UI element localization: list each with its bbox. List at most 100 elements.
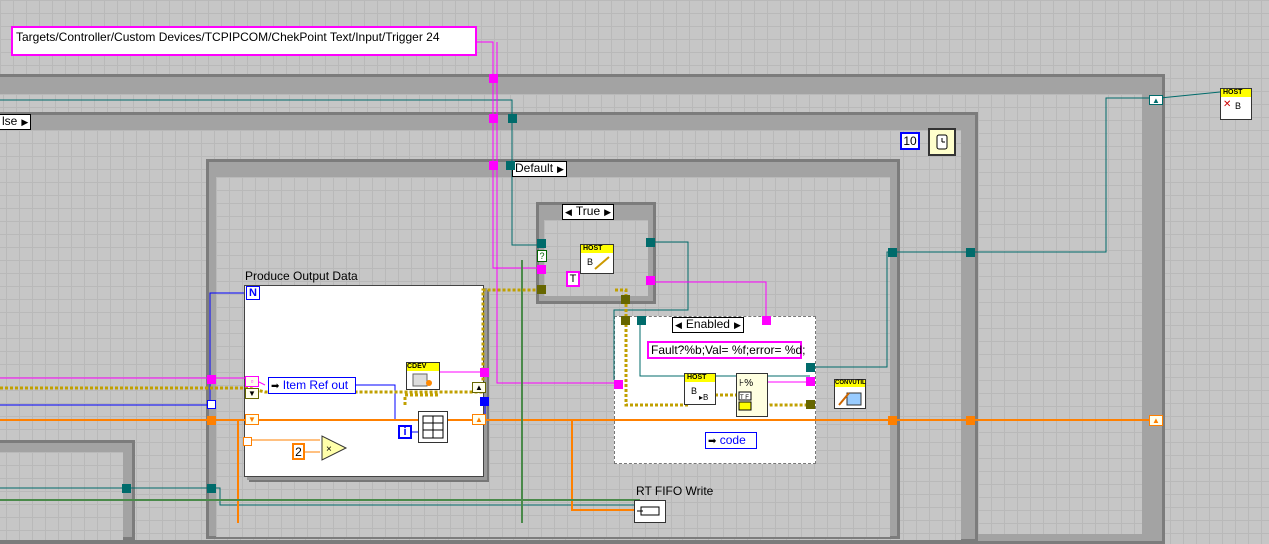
wait-ms-constant[interactable]: 10	[900, 132, 920, 150]
svg-text:✕: ✕	[1223, 99, 1231, 110]
tunnel-teal[interactable]	[966, 248, 975, 257]
tunnel-pink[interactable]	[762, 316, 771, 325]
true-case-selector[interactable]: ◀ True ▶	[562, 204, 615, 220]
tunnel-error[interactable]	[806, 400, 815, 409]
format-string-constant[interactable]: Fault?%b;Val= %f;error= %d;	[647, 341, 806, 359]
shift-register-left-error[interactable]: ▼	[245, 388, 259, 399]
tunnel-orange[interactable]	[888, 416, 897, 425]
svg-text:B: B	[1235, 101, 1241, 111]
svg-text:T F: T F	[740, 395, 749, 401]
svg-text:▸B: ▸B	[699, 393, 708, 402]
tunnel-pink[interactable]	[489, 74, 498, 83]
rt-fifo-label: RT FIFO Write	[636, 484, 714, 498]
path-constant[interactable]: Targets/Controller/Custom Devices/TCPIPC…	[11, 26, 477, 56]
inner-case-selector[interactable]: Default ▶	[512, 161, 567, 177]
wire-layer: ×	[0, 41, 1221, 523]
build-array-node[interactable]	[418, 411, 448, 443]
tunnel-teal[interactable]	[888, 248, 897, 257]
pink-wire-format	[650, 281, 767, 318]
host-write-node[interactable]: HOST B	[580, 244, 614, 274]
tunnel-pink[interactable]	[207, 375, 216, 384]
shift-register-right-error[interactable]: ▲	[472, 382, 486, 393]
tunnel-teal[interactable]	[508, 114, 517, 123]
enabled-case-selector-label: Enabled	[685, 317, 730, 331]
tunnel-teal[interactable]	[637, 316, 646, 325]
shift-register-left-orange[interactable]: ▼	[245, 414, 259, 425]
case-selector-terminal[interactable]: ?	[537, 250, 547, 262]
index-terminal[interactable]	[243, 437, 252, 446]
numeric-constant-two[interactable]: 2	[292, 443, 305, 460]
teal-wire-out	[810, 97, 1156, 368]
arrow-right-icon: ➡	[271, 381, 280, 392]
tunnel-pink[interactable]	[537, 265, 546, 274]
host-read-node[interactable]: HOST B ▸B	[684, 373, 716, 405]
cdev-node[interactable]: CDEV	[406, 362, 440, 390]
tunnel-error[interactable]	[621, 295, 630, 304]
convutil-tag: CONVUTIL	[835, 380, 866, 387]
tunnel-teal[interactable]	[646, 238, 655, 247]
item-ref-out-label: Item Ref out	[282, 378, 349, 392]
host-close-tag-label: HOST	[1223, 89, 1243, 96]
svg-text:B: B	[691, 386, 697, 396]
svg-text:B: B	[587, 257, 593, 267]
svg-text:×: ×	[326, 444, 332, 455]
wait-timer-icon[interactable]	[928, 128, 956, 156]
orange-wire-fifo	[571, 420, 636, 511]
tunnel-pink[interactable]	[489, 161, 498, 170]
tunnel-blue[interactable]	[480, 397, 489, 406]
code-node[interactable]: ➡ code	[705, 432, 757, 449]
tunnel-teal[interactable]	[537, 239, 546, 248]
tunnel-pink[interactable]	[489, 114, 498, 123]
dropdown-arrow-icon[interactable]: ▶	[604, 206, 611, 219]
teal-wire-host	[1159, 91, 1221, 99]
tunnel-pink[interactable]	[806, 377, 815, 386]
decrement-arrow-icon[interactable]: ◀	[675, 319, 682, 332]
true-constant[interactable]: T	[566, 271, 580, 287]
tunnel-orange[interactable]	[966, 416, 975, 425]
decrement-arrow-icon[interactable]: ◀	[565, 206, 572, 219]
tunnel-pink[interactable]	[646, 276, 655, 285]
host-tag: HOST	[1221, 89, 1251, 97]
dropdown-arrow-icon[interactable]: ▶	[557, 163, 564, 176]
tunnel-teal[interactable]	[506, 161, 515, 170]
enabled-case-selector[interactable]: ◀ Enabled ▶	[672, 317, 744, 333]
host-read-tag-label: HOST	[687, 374, 707, 381]
host-tag: HOST	[581, 245, 613, 253]
tunnel-teal[interactable]	[207, 484, 216, 493]
while-shift-register-teal[interactable]: ▲	[1149, 95, 1163, 105]
tunnel-error[interactable]	[621, 316, 630, 325]
tunnel-orange[interactable]	[207, 416, 216, 425]
teal-wire-top	[0, 99, 540, 246]
tunnel-teal[interactable]	[806, 363, 815, 372]
loop-count-terminal[interactable]: N	[246, 286, 260, 300]
tunnel-pink[interactable]	[614, 380, 623, 389]
teal-wire-bottom	[0, 487, 640, 506]
scan-from-string-node[interactable]: ⊦% T F	[736, 373, 768, 417]
pink-wire-path	[475, 41, 540, 269]
true-case-selector-label: True	[575, 204, 601, 218]
shift-register-left[interactable]: ▫	[245, 376, 259, 387]
tunnel-blue[interactable]	[207, 400, 216, 409]
pink-wire-loop	[0, 377, 266, 386]
code-label: code	[719, 433, 746, 447]
outer-case-selector-label: lse	[2, 114, 18, 128]
rt-fifo-write-node[interactable]	[634, 500, 666, 523]
iteration-terminal[interactable]: i	[398, 425, 412, 439]
dropdown-arrow-icon[interactable]: ▶	[21, 116, 28, 129]
svg-text:⊦%: ⊦%	[739, 378, 753, 389]
error-wire-3	[403, 393, 440, 405]
convutil-node[interactable]: CONVUTIL	[834, 379, 866, 409]
while-shift-register-orange[interactable]: ▲	[1149, 415, 1163, 426]
tunnel-pink[interactable]	[480, 368, 489, 377]
host-close-node[interactable]: HOST ✕ B	[1220, 88, 1252, 120]
outer-case-selector[interactable]: lse ▶	[0, 114, 32, 130]
dropdown-arrow-icon[interactable]: ▶	[734, 319, 741, 332]
inner-case-selector-label: Default	[515, 161, 554, 175]
arrow-right-icon: ➡	[708, 436, 717, 447]
tunnel-teal[interactable]	[122, 484, 131, 493]
item-ref-out-node[interactable]: ➡ Item Ref out	[268, 377, 356, 394]
host-tag: HOST	[685, 374, 715, 382]
tunnel-error[interactable]	[537, 285, 546, 294]
cdev-tag: CDEV	[407, 363, 439, 371]
shift-register-right-orange[interactable]: ▲	[472, 414, 486, 425]
